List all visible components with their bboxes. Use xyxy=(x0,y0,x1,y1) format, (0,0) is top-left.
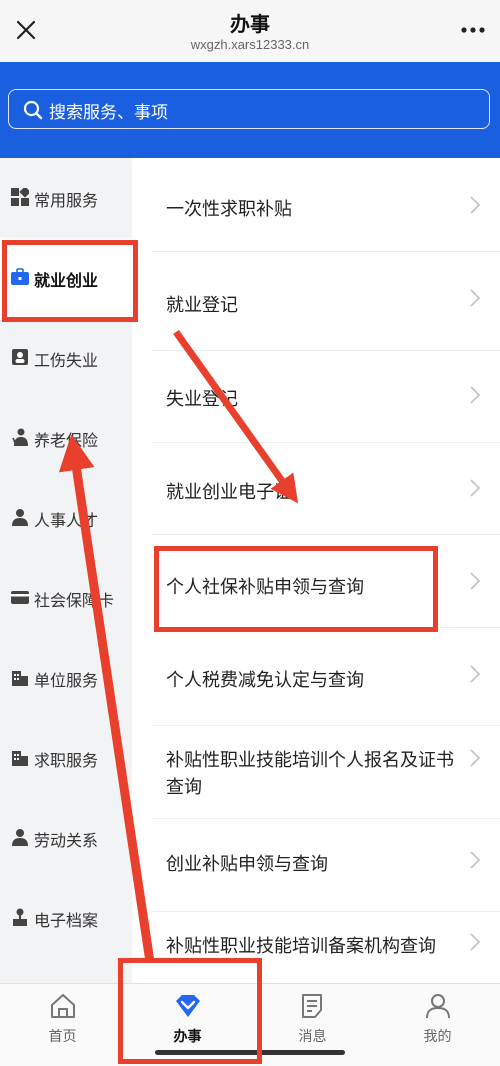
chevron-right-icon xyxy=(470,851,480,869)
highlight-box-service-tab xyxy=(118,958,262,1064)
sidebar-item-label: 常用服务 xyxy=(34,191,99,210)
search-icon xyxy=(23,100,43,120)
sidebar-item-social-card[interactable]: 社会保障卡 xyxy=(0,558,132,638)
sidebar-item-injury-unemployment[interactable]: 工伤失业 xyxy=(0,318,132,398)
sidebar-item-employer[interactable]: 单位服务 xyxy=(0,638,132,718)
sidebar-item-label: 人事人才 xyxy=(34,511,99,530)
list-item[interactable]: 补贴性职业技能培训个人报名及证书查询 xyxy=(152,725,500,819)
nav-profile[interactable]: 我的 xyxy=(375,984,500,1066)
profile-icon xyxy=(426,994,450,1019)
search-placeholder: 搜索服务、事项 xyxy=(49,103,168,123)
search-input[interactable]: 搜索服务、事项 xyxy=(8,89,490,129)
sidebar-item-pension[interactable]: 养老保险 xyxy=(0,398,132,478)
grid-icon xyxy=(11,188,29,206)
top-bar: 办事 wxgzh.xars12333.cn xyxy=(0,0,500,62)
service-label: 就业创业电子证 xyxy=(166,482,292,503)
page-url: wxgzh.xars12333.cn xyxy=(190,37,310,52)
chevron-right-icon xyxy=(470,196,480,214)
sidebar-item-label: 工伤失业 xyxy=(34,351,99,370)
list-item[interactable]: 就业登记 xyxy=(152,251,500,351)
sidebar-item-label: 求职服务 xyxy=(34,751,99,770)
card-icon xyxy=(11,591,29,604)
home-icon xyxy=(51,994,75,1018)
service-label: 创业补贴申领与查询 xyxy=(166,854,328,875)
chevron-right-icon xyxy=(470,479,480,497)
sidebar-item-label: 社会保障卡 xyxy=(34,591,115,610)
nav-label: 我的 xyxy=(423,1029,452,1045)
elder-icon xyxy=(12,428,28,446)
list-item[interactable]: 创业补贴申领与查询 xyxy=(152,818,500,912)
chevron-right-icon xyxy=(470,386,480,404)
chevron-right-icon xyxy=(470,665,480,683)
highlight-box-social-subsidy xyxy=(154,546,438,632)
org-icon xyxy=(13,908,27,926)
chevron-right-icon xyxy=(470,289,480,307)
message-icon xyxy=(302,994,322,1018)
list-item[interactable]: 失业登记 xyxy=(152,350,500,443)
chevron-right-icon xyxy=(470,933,480,951)
chevron-right-icon xyxy=(470,572,480,590)
nav-label: 消息 xyxy=(298,1029,327,1045)
nav-home[interactable]: 首页 xyxy=(0,984,125,1066)
building-icon xyxy=(12,671,28,686)
service-label: 个人税费减免认定与查询 xyxy=(166,670,364,691)
sidebar-item-labor-relations[interactable]: 劳动关系 xyxy=(0,798,132,878)
nav-label: 首页 xyxy=(48,1029,77,1045)
sidebar-item-label: 劳动关系 xyxy=(34,831,99,850)
list-item[interactable]: 个人税费减免认定与查询 xyxy=(152,627,500,726)
sidebar-item-e-archive[interactable]: 电子档案 xyxy=(0,878,132,958)
sidebar-item-common[interactable]: 常用服务 xyxy=(0,158,132,238)
person-icon xyxy=(12,829,28,846)
list-item[interactable]: 一次性求职补贴 xyxy=(152,158,500,252)
sidebar-item-label: 单位服务 xyxy=(34,671,99,690)
building-icon xyxy=(12,751,28,766)
sidebar-item-label: 电子档案 xyxy=(34,911,99,930)
sidebar-item-label: 养老保险 xyxy=(34,431,99,450)
service-label: 失业登记 xyxy=(166,389,238,410)
person-icon xyxy=(12,509,28,526)
more-icon[interactable] xyxy=(460,22,486,38)
service-label: 就业登记 xyxy=(166,295,238,316)
sidebar-item-job-seeking[interactable]: 求职服务 xyxy=(0,718,132,798)
id-card-icon xyxy=(12,349,28,365)
list-item[interactable]: 就业创业电子证 xyxy=(152,442,500,535)
page-title: 办事 xyxy=(230,12,270,36)
service-label: 补贴性职业技能培训备案机构查询 xyxy=(166,936,436,957)
service-label: 补贴性职业技能培训个人报名及证书查询 xyxy=(166,750,454,798)
highlight-box-employment xyxy=(2,240,138,322)
sidebar-item-personnel[interactable]: 人事人才 xyxy=(0,478,132,558)
search-header: 搜索服务、事项 xyxy=(0,62,500,158)
chevron-right-icon xyxy=(470,749,480,767)
service-label: 一次性求职补贴 xyxy=(166,199,292,220)
